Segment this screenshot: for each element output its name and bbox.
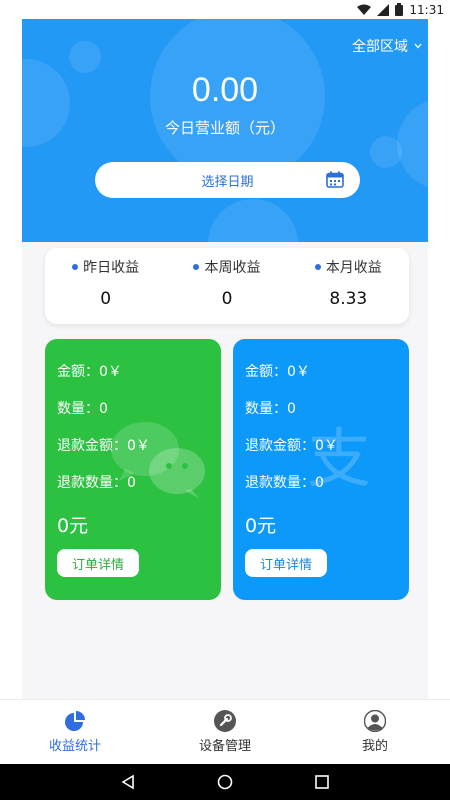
wechat-order-details-button[interactable]: 订单详情 [57, 549, 139, 577]
decor-bubble [69, 41, 101, 73]
bottom-navigation: 收益统计 设备管理 我的 [0, 699, 450, 764]
nav-earnings-stats[interactable]: 收益统计 [0, 700, 150, 764]
summary-this-week: 本周收益 0 [166, 248, 287, 324]
alipay-card: 支 金额：0￥ 数量：0 退款金额：0￥ 退款数量：0 0元 订单详情 [233, 339, 409, 600]
wechat-amount: 金额：0￥ [57, 364, 122, 380]
home-icon[interactable] [213, 770, 237, 794]
wifi-icon [357, 4, 372, 16]
nav-label: 设备管理 [198, 739, 251, 754]
decor-bubble [208, 199, 298, 242]
battery-icon [395, 3, 404, 16]
summary-label: 昨日收益 [83, 260, 140, 276]
select-date-button[interactable]: 选择日期 [95, 162, 360, 198]
alipay-count: 数量：0 [245, 401, 296, 417]
chevron-down-icon [414, 41, 422, 52]
recent-apps-icon[interactable] [310, 770, 334, 794]
system-navigation-bar [0, 764, 450, 800]
hero-banner: 全部区域 0.00 今日营业额（元） 选择日期 [22, 19, 428, 242]
user-icon [364, 710, 386, 732]
status-bar: 11:31 [0, 0, 450, 19]
nav-mine[interactable]: 我的 [300, 700, 450, 764]
region-selector[interactable]: 全部区域 [352, 36, 422, 56]
bullet-dot-icon [314, 264, 321, 270]
bullet-dot-icon [193, 264, 200, 270]
summary-label: 本月收益 [325, 260, 382, 276]
summary-this-month: 本月收益 8.33 [288, 248, 409, 324]
summary-yesterday: 昨日收益 0 [45, 248, 166, 324]
pie-chart-icon [64, 710, 86, 732]
alipay-amount: 金额：0￥ [245, 364, 310, 380]
alipay-total: 0元 [245, 515, 277, 537]
cell-signal-icon [377, 3, 390, 16]
wechat-refund-count: 退款数量：0 [57, 475, 136, 491]
summary-value: 0 [100, 289, 112, 309]
alipay-refund-count: 退款数量：0 [245, 475, 324, 491]
page-content: 全部区域 0.00 今日营业额（元） 选择日期 昨日收益 0 本周收益 0 本月… [22, 19, 428, 699]
nav-label: 我的 [361, 739, 388, 754]
earnings-summary-card: 昨日收益 0 本周收益 0 本月收益 8.33 [45, 248, 409, 324]
decor-bubble [397, 99, 428, 189]
wechat-pay-card: 金额：0￥ 数量：0 退款金额：0￥ 退款数量：0 0元 订单详情 [45, 339, 221, 600]
today-revenue-label: 今日营业额（元） [164, 119, 285, 137]
wechat-total: 0元 [57, 515, 89, 537]
wechat-count: 数量：0 [57, 401, 108, 417]
nav-label: 收益统计 [48, 739, 101, 754]
region-label: 全部区域 [352, 39, 408, 55]
summary-value: 8.33 [329, 289, 368, 309]
summary-label: 本周收益 [204, 260, 261, 276]
summary-value: 0 [221, 289, 233, 309]
wrench-icon [214, 710, 236, 732]
back-icon[interactable] [116, 770, 140, 794]
alipay-order-details-button[interactable]: 订单详情 [245, 549, 327, 577]
nav-device-management[interactable]: 设备管理 [150, 700, 300, 764]
wechat-refund-amount: 退款金额：0￥ [57, 438, 150, 454]
alipay-refund-amount: 退款金额：0￥ [245, 438, 338, 454]
calendar-icon [326, 171, 344, 192]
bullet-dot-icon [72, 264, 79, 270]
status-time: 11:31 [409, 2, 444, 17]
today-revenue-amount: 0.00 [191, 71, 259, 109]
select-date-label: 选择日期 [201, 174, 254, 190]
